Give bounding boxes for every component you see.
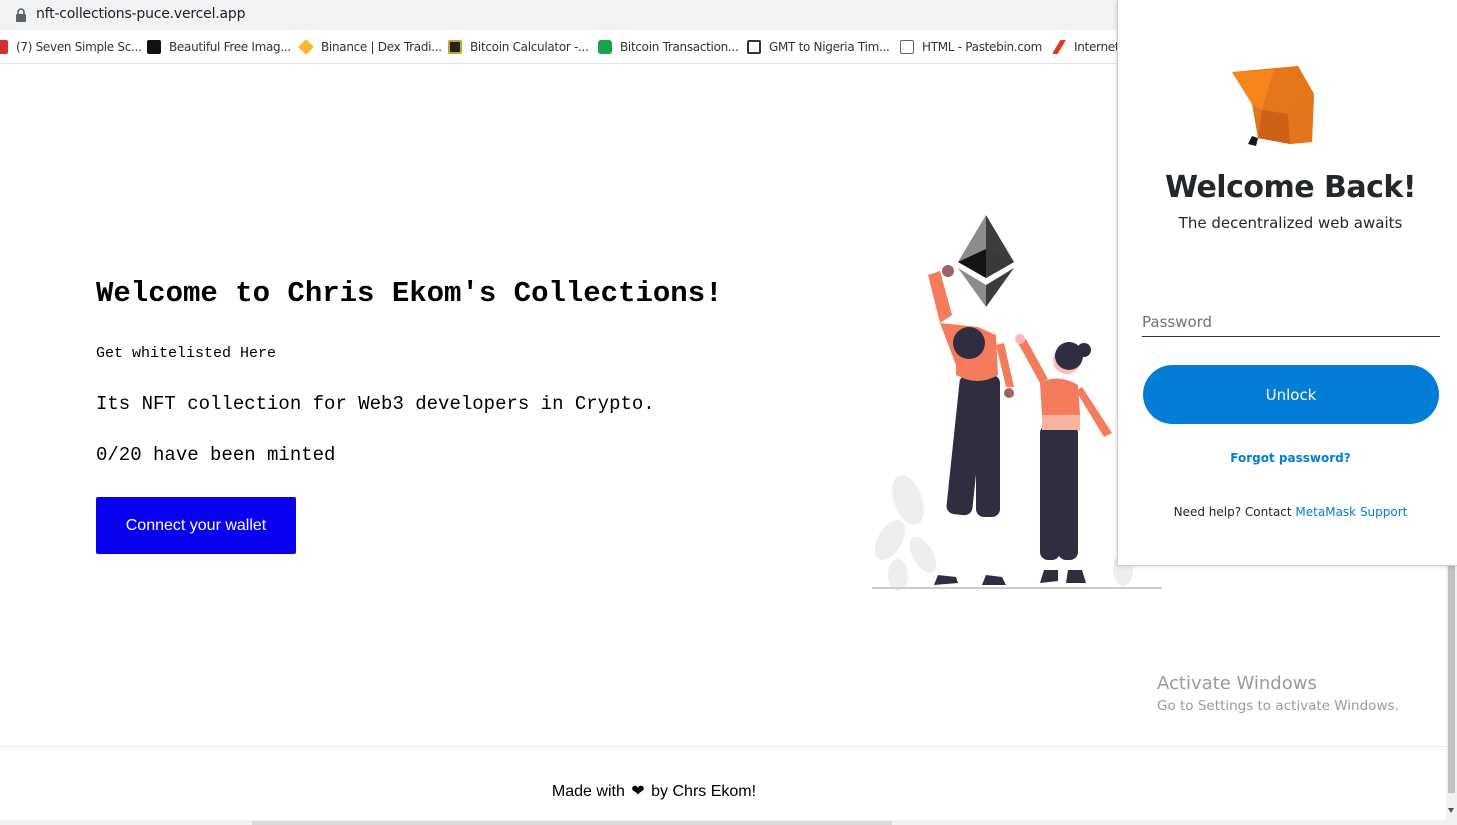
ethereum-icon [958, 215, 1014, 307]
windows-activation-watermark: Activate Windows Go to Settings to activ… [1157, 673, 1399, 714]
woman-figure [1015, 334, 1112, 583]
unsplash-icon [147, 40, 161, 54]
bookmark-unsplash[interactable]: Beautiful Free Imag... [147, 38, 291, 56]
bookmark-gmt-nigeria[interactable]: GMT to Nigeria Tim... [747, 38, 890, 56]
bookmark-label: (7) Seven Simple Sc... [16, 40, 142, 54]
minted-counter: 0/20 have been minted [96, 444, 336, 466]
metamask-popup: Welcome Back! The decentralized web awai… [1117, 0, 1457, 566]
footer-prefix: Made with [551, 783, 625, 800]
lock-icon [16, 8, 26, 22]
password-field[interactable] [1142, 308, 1440, 337]
bookmark-label: HTML - Pastebin.com [922, 40, 1043, 54]
youtube-icon [0, 40, 8, 54]
screen: nft-collections-puce.vercel.app (7) Seve… [0, 0, 1457, 825]
man-figure [928, 265, 1014, 585]
footer-divider [0, 746, 1446, 747]
metamask-title: Welcome Back! [1164, 170, 1417, 205]
metamask-subtitle: The decentralized web awaits [1178, 214, 1403, 232]
bookmark-label: GMT to Nigeria Tim... [769, 40, 890, 54]
bookmark-bitcoin-transaction[interactable]: Bitcoin Transaction... [598, 38, 739, 56]
forgot-password-link[interactable]: Forgot password? [1118, 451, 1457, 465]
bookmark-label: Internet [1074, 40, 1120, 54]
whitelist-text: Get whitelisted Here [96, 345, 277, 362]
collection-description: Its NFT collection for Web3 developers i… [96, 393, 655, 415]
binance-icon [298, 39, 314, 55]
bookmark-label: Bitcoin Calculator -... [470, 40, 589, 54]
metamask-fox-icon [1232, 66, 1314, 146]
bookmark-label: Bitcoin Transaction... [620, 40, 739, 54]
horizontal-scrollbar-thumb[interactable] [252, 821, 892, 825]
bookmark-internet[interactable]: Internet [1052, 38, 1120, 56]
page-title: Welcome to Chris Ekom's Collections! [96, 277, 723, 310]
horizontal-scrollbar[interactable] [0, 820, 1446, 825]
internet-icon [1052, 40, 1066, 54]
bookmark-bitcoin-calculator[interactable]: Bitcoin Calculator -... [448, 38, 589, 56]
help-prefix: Need help? Contact [1173, 505, 1292, 519]
footer-suffix: by Chrs Ekom! [651, 783, 757, 800]
vertical-scrollbar[interactable] [1446, 565, 1457, 825]
bookmark-binance[interactable]: Binance | Dex Tradi... [298, 38, 442, 56]
transaction-icon [598, 40, 612, 54]
bookmark-label: Binance | Dex Tradi... [321, 40, 442, 54]
bookmark-pastebin[interactable]: HTML - Pastebin.com [900, 38, 1042, 56]
scroll-down-arrow-icon[interactable] [1448, 808, 1454, 813]
url-text[interactable]: nft-collections-puce.vercel.app [36, 6, 245, 22]
connect-wallet-button[interactable]: Connect your wallet [96, 497, 296, 554]
help-text: Need help? Contact MetaMask Support [1118, 505, 1457, 519]
bookmark-label: Beautiful Free Imag... [169, 40, 291, 54]
footer: Made with ❤ by Chrs Ekom! [0, 781, 1308, 801]
activate-subtitle: Go to Settings to activate Windows. [1157, 698, 1399, 714]
scrollbar-thumb[interactable] [1448, 565, 1455, 793]
timezone-icon [747, 40, 761, 54]
plant-left-icon [874, 475, 937, 591]
calculator-icon [448, 40, 462, 54]
pastebin-icon [900, 40, 914, 54]
bookmark-seven-simple[interactable]: (7) Seven Simple Sc... [0, 38, 142, 56]
activate-title: Activate Windows [1157, 673, 1317, 694]
unlock-button[interactable]: Unlock [1143, 365, 1439, 424]
heart-icon: ❤ [631, 783, 645, 800]
metamask-support-link[interactable]: MetaMask Support [1295, 505, 1407, 519]
